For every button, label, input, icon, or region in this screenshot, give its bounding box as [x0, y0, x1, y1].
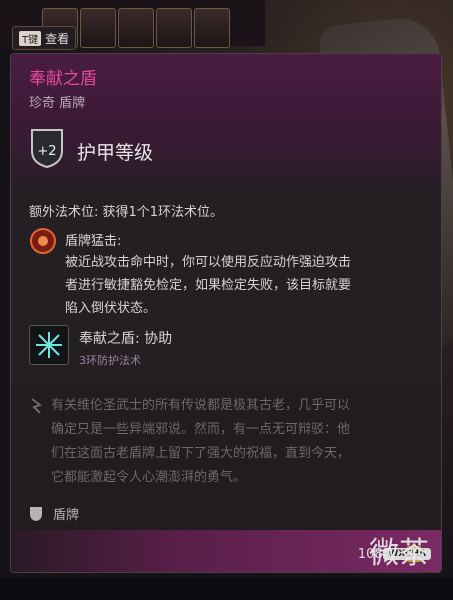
watermark-logo: 微茶 — [369, 536, 429, 571]
spell-name: 奉献之盾: 协助 — [79, 331, 173, 347]
feature-line: 陷入倒伏状态。 — [65, 301, 157, 316]
hotbar-slot[interactable] — [194, 8, 230, 48]
keybind-badge: T键 — [19, 30, 42, 46]
feature-line: 被近战攻击命中时，你可以使用反应动作强迫攻击 — [65, 255, 352, 270]
warding-spell-icon — [36, 332, 62, 358]
feature-title: 盾牌猛击: — [65, 234, 122, 249]
item-tooltip: 奉献之盾 珍奇 盾牌 +2 护甲等级 额外法术位: 获得1个1环法术位。 盾牌猛… — [10, 53, 442, 573]
hotbar-slot[interactable] — [118, 8, 154, 48]
spell-icon-box[interactable] — [29, 325, 69, 365]
hotbar-slot[interactable] — [80, 8, 116, 48]
lore-line: 们在这面古老盾牌上留下了强大的祝福，直到今天， — [51, 446, 351, 461]
shield-category-icon — [30, 507, 42, 521]
hotbar-slot[interactable] — [156, 8, 192, 48]
inspect-tab[interactable]: T键 查看 — [12, 26, 77, 50]
bottom-bar — [0, 578, 453, 600]
lore-line: 它都能激起令人心潮澎湃的勇气。 — [51, 470, 247, 485]
feature-line: 者进行敏捷豁免检定，如果检定失败，该目标就要 — [65, 278, 352, 293]
armor-bonus: +2 — [37, 144, 56, 159]
item-category: 盾牌 — [53, 508, 80, 523]
item-subtitle: 珍奇 盾牌 — [29, 96, 86, 111]
armor-class-label: 护甲等级 — [77, 142, 154, 164]
quote-icon — [31, 398, 43, 414]
spell-school: 3环防护法术 — [79, 354, 141, 367]
lore-text: 有关维伦圣武士的所有传说都是极其古老，几乎可以 确定只是一些异端邪说。然而，有一… — [51, 394, 423, 490]
feature-description: 被近战攻击命中时，你可以使用反应动作强迫攻击 者进行敏捷豁免检定，如果检定失败，… — [65, 251, 425, 320]
item-name: 奉献之盾 — [29, 69, 97, 89]
lore-line: 有关维伦圣武士的所有传说都是极其古老，几乎可以 — [51, 398, 351, 413]
extra-spell-slot: 额外法术位: 获得1个1环法术位。 — [29, 205, 224, 220]
armor-class-shield-icon: +2 — [31, 129, 63, 169]
lore-line: 确定只是一些异端邪说。然而，有一点无可辩驳：他 — [51, 422, 351, 437]
inspect-label: 查看 — [45, 31, 70, 46]
shield-bash-icon — [30, 228, 56, 254]
